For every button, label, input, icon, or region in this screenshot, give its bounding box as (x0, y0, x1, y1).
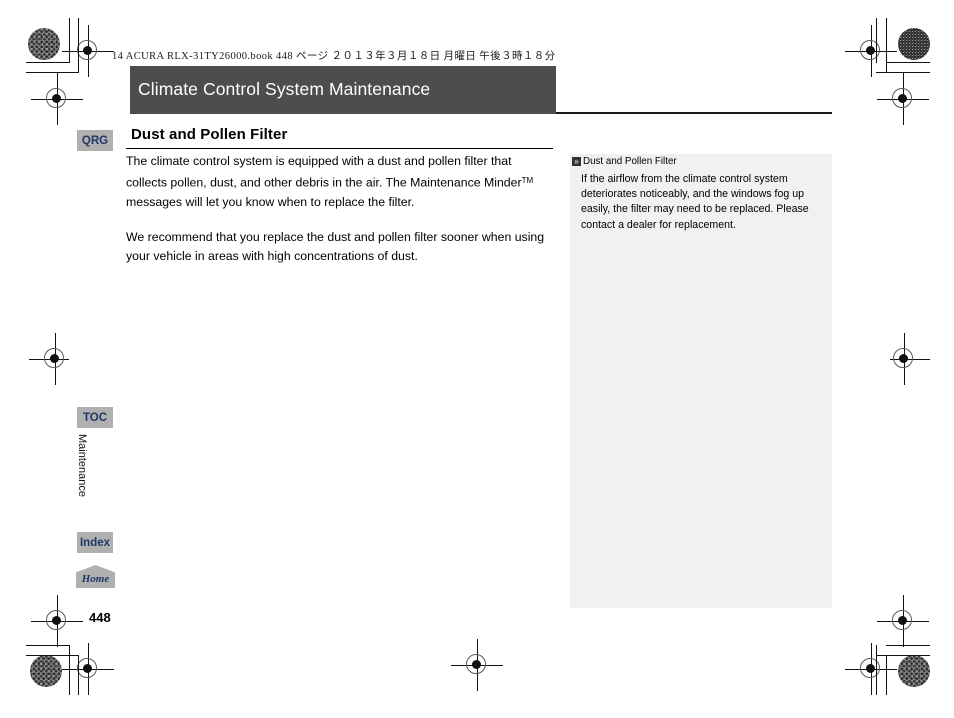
registration-mark-top-left-outer (31, 73, 83, 125)
trim-line-bl-v2 (78, 655, 79, 695)
chapter-header-bar: Climate Control System Maintenance (130, 66, 556, 114)
trim-line-tl-v2 (78, 18, 79, 73)
trim-line-tr-v1 (876, 18, 877, 63)
registration-mark-bottom-left-inner (62, 643, 114, 695)
nav-button-index[interactable]: Index (77, 532, 113, 553)
page-title-rule (126, 148, 553, 149)
trim-line-br-v1 (876, 645, 877, 695)
trim-line-tr-v2 (886, 18, 887, 73)
registration-mark-mid-right (878, 333, 930, 385)
chapter-header-rule (556, 112, 832, 114)
halftone-dot-bottom-left (30, 655, 62, 687)
registration-mark-bottom-center (451, 639, 503, 691)
trademark-symbol: TM (521, 176, 534, 185)
registration-mark-top-left-inner (62, 25, 114, 77)
note-panel-body: If the airflow from the climate control … (581, 173, 809, 231)
halftone-dot-top-left (28, 28, 60, 60)
page-title: Dust and Pollen Filter (131, 126, 288, 143)
nav-button-qrg[interactable]: QRG (77, 130, 113, 151)
registration-mark-top-right-outer (845, 25, 897, 77)
nav-button-home[interactable]: Home (76, 565, 115, 588)
trim-line-bl-v1 (69, 645, 70, 695)
trim-line-br-v2 (886, 655, 887, 695)
section-tab-label: Maintenance (76, 434, 88, 497)
note-panel: » Dust and Pollen Filter If the airflow … (570, 154, 832, 608)
page-number: 448 (89, 610, 111, 625)
trim-line-br-h1 (886, 645, 930, 646)
trim-line-br-h2 (877, 655, 930, 656)
body-paragraph-2: We recommend that you replace the dust a… (126, 229, 545, 263)
registration-mark-bottom-right-outer (845, 643, 897, 695)
nav-button-toc[interactable]: TOC (77, 407, 113, 428)
body-column: The climate control system is equipped w… (126, 152, 554, 282)
registration-mark-bottom-right-inner (877, 595, 929, 647)
body-paragraph-1: The climate control system is equipped w… (126, 152, 554, 212)
chapter-title: Climate Control System Maintenance (138, 79, 431, 99)
trim-line-tr-h2 (876, 72, 930, 73)
trim-line-tl-h1 (26, 62, 70, 63)
manual-page: 14 ACURA RLX-31TY26000.book 448 ページ ２０１３… (0, 0, 954, 718)
note-panel-title: Dust and Pollen Filter (583, 156, 677, 167)
registration-mark-bottom-left-outer (31, 595, 83, 647)
print-file-info: 14 ACURA RLX-31TY26000.book 448 ページ ２０１３… (112, 51, 556, 62)
body-paragraph-1-tail: messages will let you know when to repla… (126, 194, 415, 209)
nav-button-home-label: Home (81, 573, 110, 585)
trim-line-tl-h2 (26, 72, 79, 73)
double-chevron-icon: » (572, 157, 581, 166)
trim-line-bl-h1 (26, 645, 70, 646)
registration-mark-top-right-inner (877, 73, 929, 125)
registration-mark-mid-left (29, 333, 81, 385)
trim-line-tr-h1 (886, 62, 930, 63)
halftone-dot-bottom-right (898, 655, 930, 687)
note-panel-header: » Dust and Pollen Filter (572, 156, 677, 167)
body-paragraph-1-lead: The climate control system is equipped w… (126, 154, 522, 190)
halftone-dot-top-right (898, 28, 930, 60)
trim-line-tl-v1 (69, 18, 70, 63)
trim-line-bl-h2 (26, 655, 79, 656)
